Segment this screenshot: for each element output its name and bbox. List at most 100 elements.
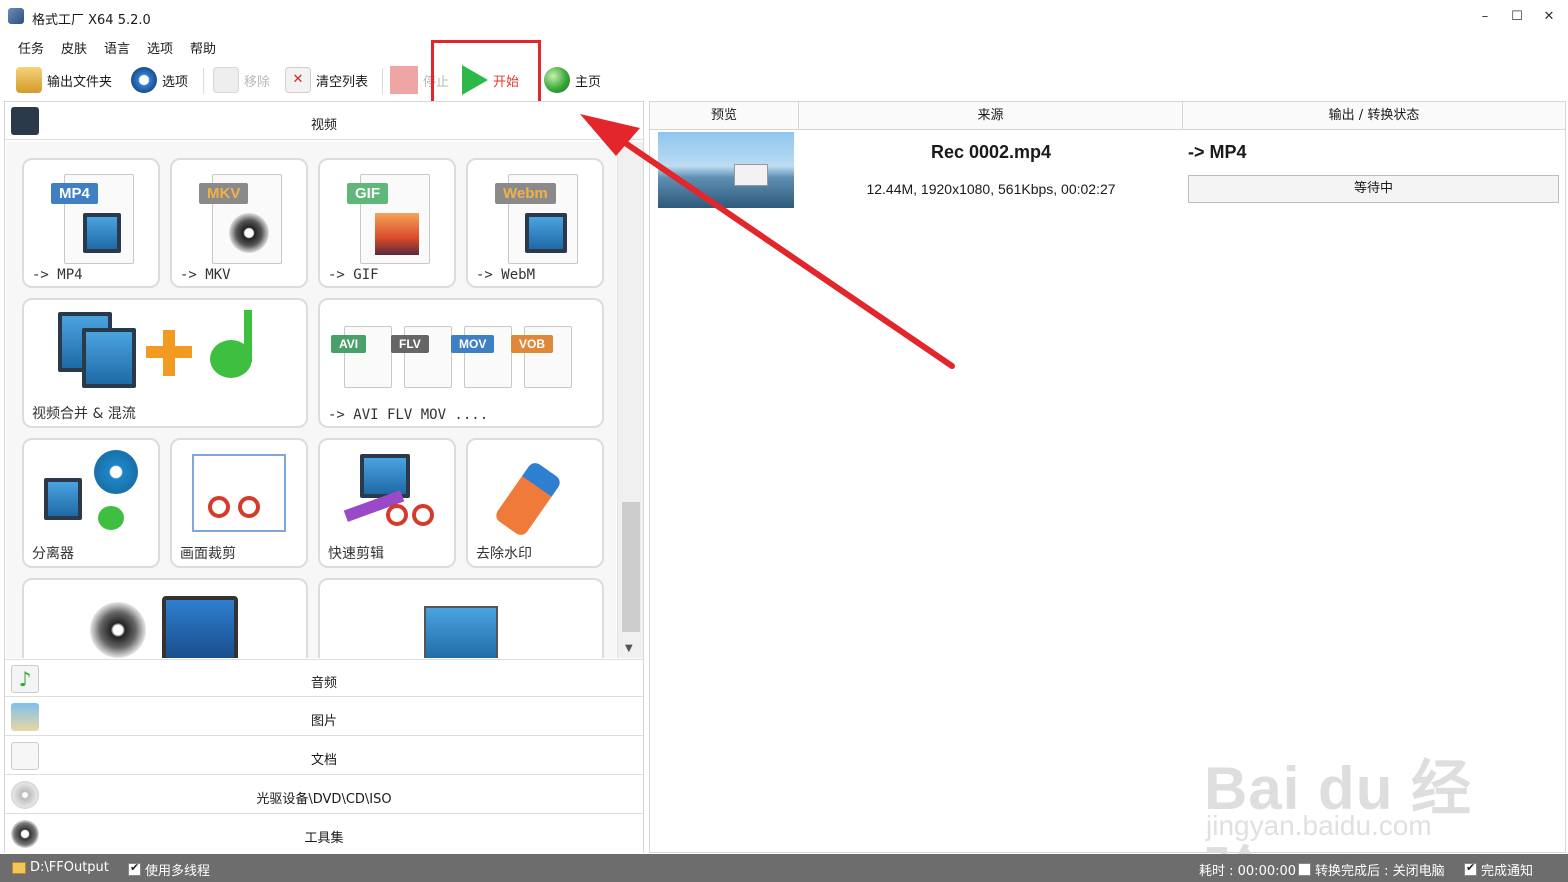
home-label: 主页 — [575, 74, 602, 90]
menu-help[interactable]: 帮助 — [190, 38, 216, 57]
mp4-badge: MP4 — [51, 183, 98, 204]
scrollbar-thumb[interactable] — [622, 502, 640, 632]
options-label: 选项 — [162, 74, 189, 90]
file-icon: AVI — [331, 326, 392, 388]
tile-crop-label: 画面裁剪 — [180, 546, 236, 562]
category-video[interactable]: 视频 — [5, 102, 643, 140]
clear-list-button[interactable]: ✕ 清空列表 — [285, 64, 368, 96]
camera-icon — [424, 606, 498, 658]
remove-label: 移除 — [244, 74, 271, 90]
category-audio[interactable]: ♪ 音频 — [5, 659, 643, 697]
clear-list-label: 清空列表 — [316, 74, 369, 90]
category-document-label: 文档 — [310, 753, 337, 768]
source-file-info: 12.44M, 1920x1080, 561Kbps, 00:02:27 — [866, 181, 1116, 197]
elapsed-time: 耗时 : 00:00:00 — [1199, 864, 1297, 879]
category-video-label: 视频 — [310, 118, 337, 133]
scroll-down-icon[interactable]: ▼ — [625, 643, 633, 654]
tile-merge[interactable]: 视频合并 & 混流 — [22, 298, 308, 428]
toolbar-divider — [203, 68, 204, 94]
options-button[interactable]: 选项 — [131, 64, 188, 96]
baidu-watermark: Bai du 经验 jingyan.baidu.com — [1200, 730, 1500, 882]
menu-bar: 任务 皮肤 语言 选项 帮助 — [0, 34, 1568, 58]
grid-scrollbar[interactable]: ▼ — [617, 142, 643, 658]
title-bar: 格式工厂 X64 5.2.0 – ☐ ✕ — [0, 0, 1568, 34]
notify-label: 完成通知 — [1481, 864, 1534, 879]
tile-quick-cut[interactable]: 快速剪辑 — [318, 438, 456, 568]
plus-icon — [163, 330, 175, 376]
close-button[interactable]: ✕ — [1534, 6, 1564, 28]
tile-mp4-label: -> MP4 — [32, 267, 83, 283]
category-tools[interactable]: 工具集 — [5, 815, 643, 853]
menu-options[interactable]: 选项 — [147, 38, 173, 57]
home-button[interactable]: 主页 — [544, 64, 601, 96]
output-folder-button[interactable]: 输出文件夹 — [16, 64, 112, 96]
folder-icon — [12, 861, 26, 874]
tile-remove-watermark-label: 去除水印 — [476, 546, 532, 562]
tile-webm[interactable]: Webm -> WebM — [466, 158, 604, 288]
file-icon: MP4 — [51, 174, 134, 264]
reel-icon — [229, 213, 269, 253]
stop-icon — [390, 66, 418, 94]
music-note-icon — [244, 310, 252, 362]
folder-icon — [16, 67, 42, 93]
output-folder-label: 输出文件夹 — [47, 74, 113, 90]
tile-remove-watermark[interactable]: 去除水印 — [466, 438, 604, 568]
checkbox-icon — [1464, 861, 1477, 876]
reel-icon — [90, 602, 146, 658]
tile-mkv-label: -> MKV — [180, 267, 231, 283]
scissors-icon — [238, 496, 260, 518]
minimize-button[interactable]: – — [1470, 6, 1500, 28]
tile-gif[interactable]: GIF -> GIF — [318, 158, 456, 288]
remove-button[interactable]: 移除 — [213, 64, 270, 96]
tile-mobile-convert[interactable] — [22, 578, 308, 658]
app-icon — [8, 8, 24, 24]
category-document[interactable]: 文档 — [5, 737, 643, 775]
menu-task[interactable]: 任务 — [18, 38, 44, 57]
menu-language[interactable]: 语言 — [104, 38, 130, 57]
checkbox-icon — [128, 861, 141, 876]
output-path-label: D:\FFOutput — [30, 860, 109, 875]
film-icon — [360, 454, 410, 498]
vob-badge: VOB — [511, 335, 554, 353]
category-tools-label: 工具集 — [304, 831, 344, 846]
crop-frame-icon — [192, 454, 286, 532]
column-preview[interactable]: 预览 — [650, 102, 799, 130]
sunset-image-icon — [375, 213, 419, 255]
film-play-icon — [525, 213, 567, 253]
column-source[interactable]: 来源 — [799, 102, 1183, 130]
output-path[interactable]: D:\FFOutput — [12, 860, 109, 875]
multithread-checkbox[interactable]: 使用多线程 — [128, 860, 210, 879]
notify-checkbox[interactable]: 完成通知 — [1464, 860, 1533, 879]
column-output-status[interactable]: 输出 / 转换状态 — [1183, 102, 1565, 130]
window-title: 格式工厂 X64 5.2.0 — [32, 13, 151, 28]
music-note-icon — [98, 506, 124, 530]
shutdown-after-checkbox[interactable]: 转换完成后 : 关闭电脑 — [1298, 860, 1445, 879]
menu-skin[interactable]: 皮肤 — [61, 38, 87, 57]
tile-crop[interactable]: 画面裁剪 — [170, 438, 308, 568]
category-disc[interactable]: 光驱设备\DVD\CD\ISO — [5, 776, 643, 814]
tile-screen-record[interactable] — [318, 578, 604, 658]
category-disc-label: 光驱设备\DVD\CD\ISO — [256, 792, 392, 807]
gif-badge: GIF — [347, 183, 388, 204]
tile-merge-label: 视频合并 & 混流 — [32, 406, 136, 422]
maximize-button[interactable]: ☐ — [1502, 6, 1532, 28]
film-strip-icon — [83, 213, 121, 253]
tile-webm-label: -> WebM — [476, 267, 536, 283]
gear-icon — [131, 67, 157, 93]
tile-mp4[interactable]: MP4 -> MP4 — [22, 158, 160, 288]
file-icon: VOB — [511, 326, 572, 388]
video-thumbnail — [658, 132, 794, 208]
mkv-badge: MKV — [199, 183, 249, 204]
category-image[interactable]: 图片 — [5, 698, 643, 736]
tile-multi-format[interactable]: AVI FLV MOV VOB -> AVI FLV MOV .... — [318, 298, 604, 428]
tile-gif-label: -> GIF — [328, 267, 379, 283]
tile-splitter[interactable]: 分离器 — [22, 438, 160, 568]
film-reel-icon — [94, 450, 138, 494]
shutdown-after-label: 转换完成后 : 关闭电脑 — [1315, 864, 1445, 879]
tile-mkv[interactable]: MKV -> MKV — [170, 158, 308, 288]
category-audio-label: 音频 — [310, 676, 337, 691]
file-icon: MKV — [199, 174, 282, 264]
file-icon: Webm — [495, 174, 578, 264]
file-icon: FLV — [391, 326, 452, 388]
tile-splitter-label: 分离器 — [32, 546, 74, 562]
